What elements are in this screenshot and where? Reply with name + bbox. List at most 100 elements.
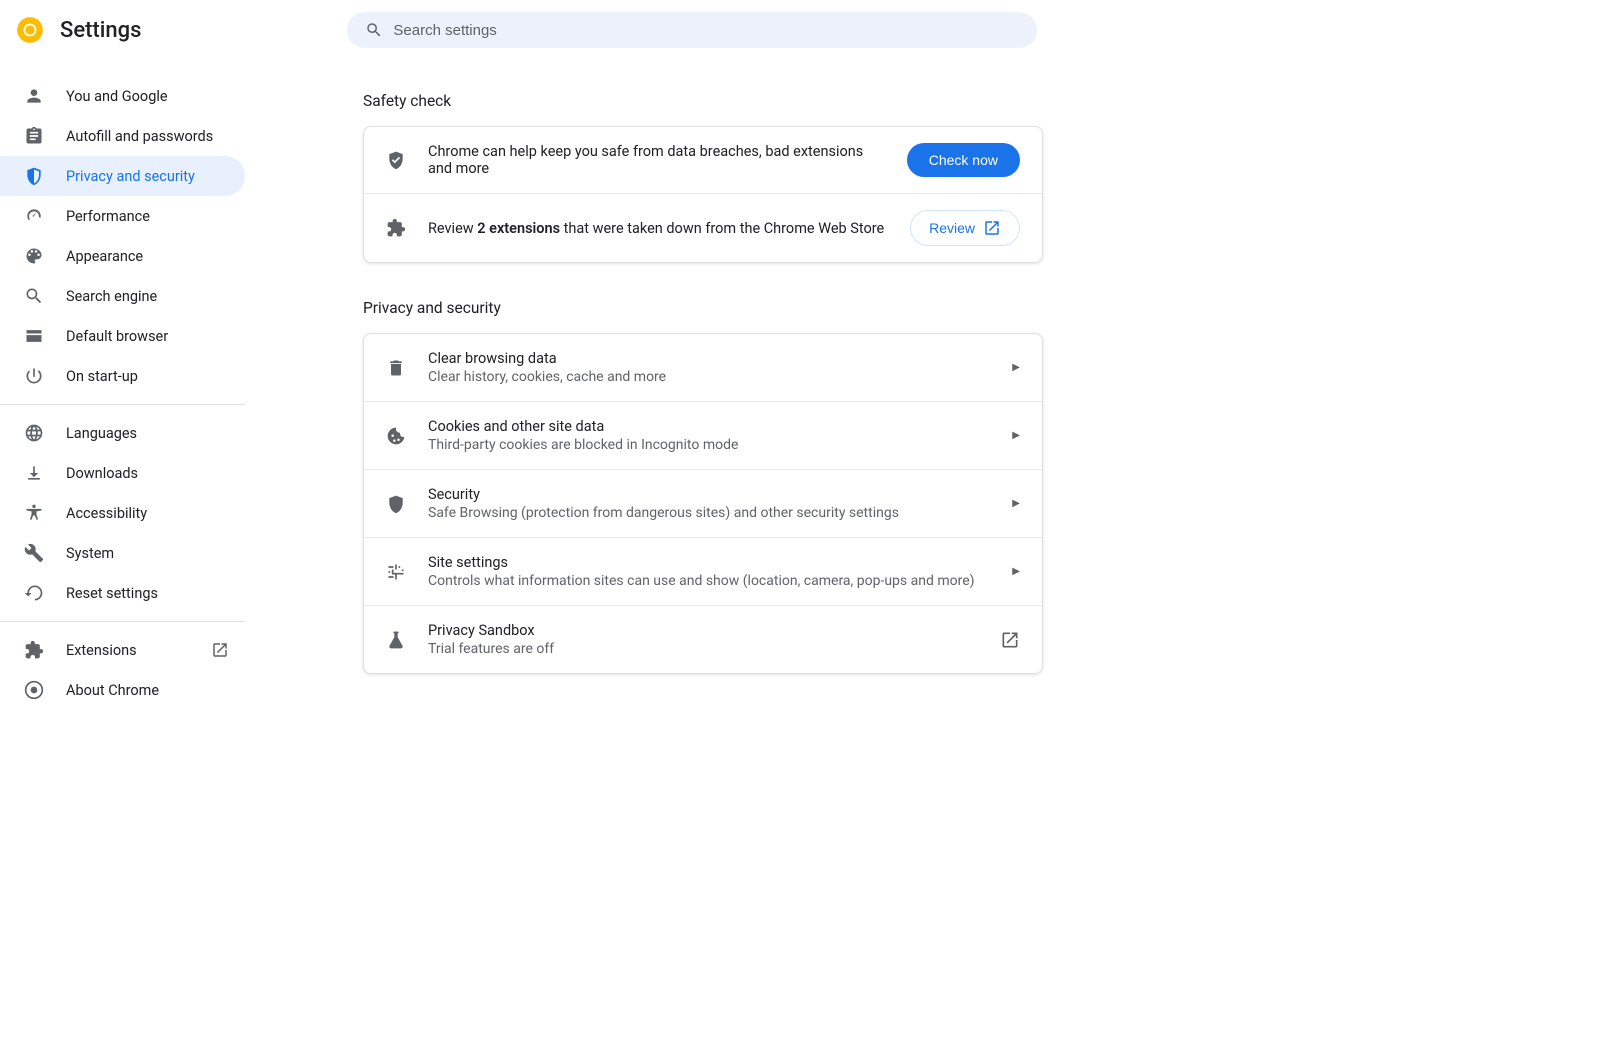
clear-browsing-data-row[interactable]: Clear browsing data Clear history, cooki… — [364, 334, 1042, 402]
shield-icon — [24, 166, 44, 186]
row-text: Site settings Controls what information … — [428, 554, 990, 589]
row-title: Security — [428, 486, 990, 503]
row-text: Clear browsing data Clear history, cooki… — [428, 350, 990, 385]
sidebar-item-privacy[interactable]: Privacy and security — [0, 156, 245, 196]
security-row[interactable]: Security Safe Browsing (protection from … — [364, 470, 1042, 538]
sidebar-item-label: Extensions — [66, 642, 137, 659]
cookie-icon — [386, 426, 406, 446]
row-text: Security Safe Browsing (protection from … — [428, 486, 990, 521]
safety-check-text: Chrome can help keep you safe from data … — [428, 143, 885, 177]
sidebar-item-label: System — [66, 545, 114, 562]
privacy-sandbox-row[interactable]: Privacy Sandbox Trial features are off — [364, 606, 1042, 673]
sidebar-item-default-browser[interactable]: Default browser — [0, 316, 245, 356]
sidebar-item-reset[interactable]: Reset settings — [0, 573, 245, 613]
download-icon — [24, 463, 44, 483]
sidebar: You and Google Autofill and passwords Pr… — [0, 60, 245, 710]
shield-icon — [386, 494, 406, 514]
sidebar-item-system[interactable]: System — [0, 533, 245, 573]
extensions-review-text: Review 2 extensions that were taken down… — [428, 220, 888, 237]
header: Settings — [0, 0, 1600, 60]
review-button-label: Review — [929, 220, 975, 236]
search-box[interactable] — [347, 12, 1037, 48]
person-icon — [24, 86, 44, 106]
sidebar-item-label: Accessibility — [66, 505, 147, 522]
chevron-right-icon: ▶ — [1012, 362, 1020, 373]
puzzle-icon — [24, 640, 44, 660]
sidebar-item-label: Default browser — [66, 328, 168, 345]
speedometer-icon — [24, 206, 44, 226]
sidebar-item-performance[interactable]: Performance — [0, 196, 245, 236]
search-icon — [24, 286, 44, 306]
open-external-icon — [1000, 630, 1020, 650]
puzzle-icon — [386, 218, 406, 238]
trash-icon — [386, 358, 406, 378]
privacy-card: Clear browsing data Clear history, cooki… — [363, 333, 1043, 674]
sidebar-item-label: Privacy and security — [66, 168, 195, 185]
power-icon — [24, 366, 44, 386]
row-title: Cookies and other site data — [428, 418, 990, 435]
chevron-right-icon: ▶ — [1012, 430, 1020, 441]
page-title: Settings — [60, 18, 141, 43]
section-title-privacy: Privacy and security — [363, 299, 1043, 317]
sidebar-item-label: Reset settings — [66, 585, 158, 602]
search-icon — [365, 21, 383, 39]
sidebar-item-label: Performance — [66, 208, 150, 225]
sidebar-item-appearance[interactable]: Appearance — [0, 236, 245, 276]
row-text: Cookies and other site data Third-party … — [428, 418, 990, 453]
browser-icon — [24, 326, 44, 346]
globe-icon — [24, 423, 44, 443]
chevron-right-icon: ▶ — [1012, 498, 1020, 509]
review-prefix: Review — [428, 220, 477, 237]
row-sub: Third-party cookies are blocked in Incog… — [428, 437, 990, 453]
sidebar-divider — [0, 404, 245, 405]
row-sub: Trial features are off — [428, 641, 978, 657]
sidebar-item-label: Search engine — [66, 288, 157, 305]
sidebar-item-label: Languages — [66, 425, 137, 442]
sidebar-item-languages[interactable]: Languages — [0, 413, 245, 453]
review-count: 2 extensions — [477, 220, 560, 237]
main-content: Safety check Chrome can help keep you sa… — [363, 60, 1043, 710]
clipboard-icon — [24, 126, 44, 146]
sidebar-divider — [0, 621, 245, 622]
sidebar-item-label: Appearance — [66, 248, 143, 265]
chrome-icon — [24, 680, 44, 700]
sidebar-item-label: About Chrome — [66, 682, 159, 699]
row-sub: Safe Browsing (protection from dangerous… — [428, 505, 990, 521]
safety-check-card: Chrome can help keep you safe from data … — [363, 126, 1043, 263]
review-suffix: that were taken down from the Chrome Web… — [560, 220, 884, 237]
sidebar-item-about[interactable]: About Chrome — [0, 670, 245, 710]
open-external-icon — [983, 219, 1001, 237]
restore-icon — [24, 583, 44, 603]
row-title: Site settings — [428, 554, 990, 571]
chrome-logo-icon — [16, 16, 44, 44]
sidebar-item-accessibility[interactable]: Accessibility — [0, 493, 245, 533]
sidebar-item-search-engine[interactable]: Search engine — [0, 276, 245, 316]
flask-icon — [386, 630, 406, 650]
sidebar-item-label: You and Google — [66, 88, 168, 105]
tune-icon — [386, 562, 406, 582]
wrench-icon — [24, 543, 44, 563]
site-settings-row[interactable]: Site settings Controls what information … — [364, 538, 1042, 606]
row-sub: Controls what information sites can use … — [428, 573, 990, 589]
search-input[interactable] — [393, 22, 1019, 39]
sidebar-item-label: Downloads — [66, 465, 138, 482]
row-title: Privacy Sandbox — [428, 622, 978, 639]
sidebar-item-on-startup[interactable]: On start-up — [0, 356, 245, 396]
section-title-safety: Safety check — [363, 92, 1043, 110]
row-sub: Clear history, cookies, cache and more — [428, 369, 990, 385]
sidebar-item-label: On start-up — [66, 368, 138, 385]
review-button[interactable]: Review — [910, 210, 1020, 246]
sidebar-item-label: Autofill and passwords — [66, 128, 213, 145]
row-title: Clear browsing data — [428, 350, 990, 367]
sidebar-item-downloads[interactable]: Downloads — [0, 453, 245, 493]
open-external-icon — [211, 641, 229, 659]
chevron-right-icon: ▶ — [1012, 566, 1020, 577]
palette-icon — [24, 246, 44, 266]
sidebar-item-extensions[interactable]: Extensions — [0, 630, 245, 670]
row-text: Privacy Sandbox Trial features are off — [428, 622, 978, 657]
cookies-row[interactable]: Cookies and other site data Third-party … — [364, 402, 1042, 470]
extensions-review-row: Review 2 extensions that were taken down… — [364, 194, 1042, 262]
check-now-button[interactable]: Check now — [907, 143, 1020, 177]
sidebar-item-autofill[interactable]: Autofill and passwords — [0, 116, 245, 156]
sidebar-item-you-and-google[interactable]: You and Google — [0, 76, 245, 116]
